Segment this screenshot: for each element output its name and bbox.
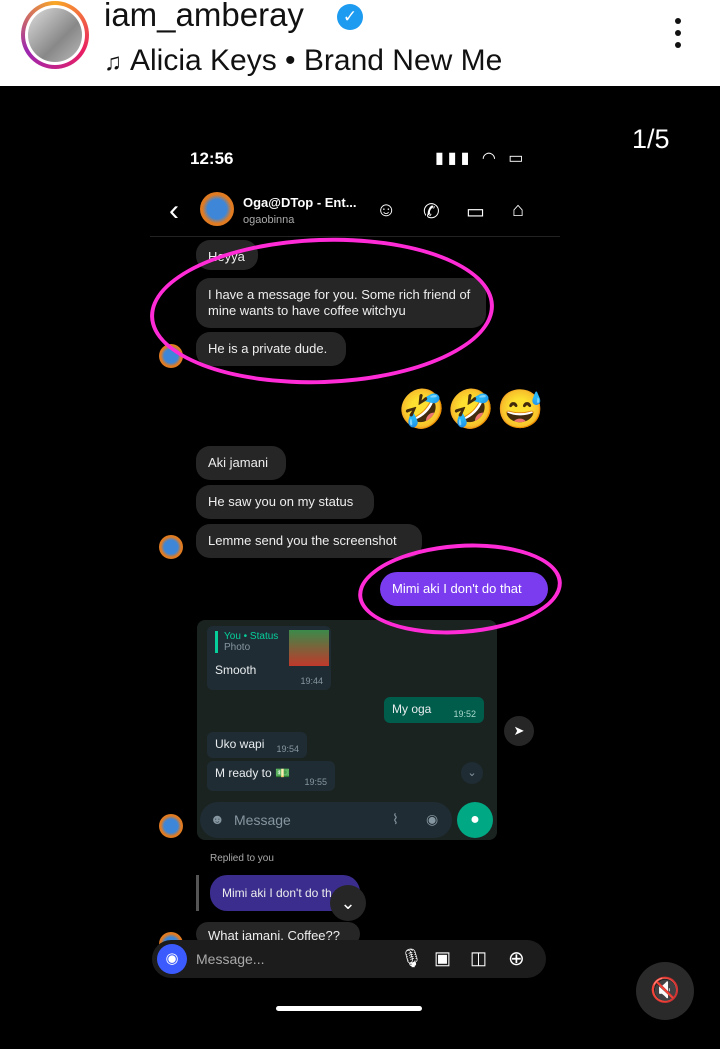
header-divider: [150, 236, 560, 237]
ready-text: M ready to 💵: [215, 766, 290, 780]
add-icon[interactable]: ⊕: [508, 946, 525, 971]
slide-counter: 1/5: [632, 124, 670, 154]
mute-icon[interactable]: 🔇: [636, 962, 694, 1020]
wa-placeholder: Message: [234, 812, 291, 828]
wa-message-input: ☻ Message ⌇ ◉: [200, 802, 452, 838]
message-placeholder: Message...: [196, 951, 265, 967]
tag-icon[interactable]: ⌂: [512, 199, 524, 222]
contact-avatar[interactable]: [200, 192, 234, 226]
message-time: 19:52: [453, 709, 476, 719]
gallery-icon[interactable]: ▣: [434, 948, 451, 969]
message-time: 19:44: [300, 676, 323, 686]
sender-avatar: [159, 814, 183, 838]
status-time: 12:56: [190, 149, 234, 168]
sticker-icon[interactable]: ☺: [376, 199, 396, 222]
microphone-icon[interactable]: 🎙: [400, 948, 423, 969]
wa-incoming-bubble: M ready to 💵 19:55: [207, 761, 335, 791]
camera-icon: ◉: [426, 811, 439, 827]
contact-handle: ogaobinna: [243, 214, 295, 226]
music-label[interactable]: ♫ Alicia Keys • Brand New Me: [104, 44, 502, 78]
music-text: Alicia Keys • Brand New Me: [130, 44, 503, 77]
message-bubble: Aki jamani: [196, 446, 286, 480]
back-icon[interactable]: ‹: [169, 196, 179, 226]
video-icon[interactable]: ▭: [466, 199, 485, 224]
my-oga-text: My oga: [392, 702, 432, 716]
more-options-icon[interactable]: [668, 18, 688, 58]
emoji-icon: ☻: [210, 811, 225, 827]
whatsapp-screenshot-image: You • Status Photo Smooth 19:44 My oga 19…: [197, 620, 497, 840]
wa-incoming-bubble: Uko wapi 19:54: [207, 732, 307, 758]
contact-name[interactable]: Oga@DTop - Ent...: [243, 195, 357, 210]
scroll-down-icon: ⌄: [461, 762, 483, 784]
status-icons: ▮▮▮ ◠ ▭: [435, 150, 528, 167]
verified-badge-icon: ✓: [337, 4, 363, 30]
wa-mic-icon: ●: [457, 802, 493, 838]
message-input[interactable]: ◉ Message... 🎙 ▣ ◫ ⊕: [152, 940, 546, 978]
music-note-icon: ♫: [104, 49, 122, 76]
attach-icon: ⌇: [392, 811, 399, 827]
message-time: 19:54: [276, 744, 299, 754]
message-time: 19:55: [304, 777, 327, 787]
status-thumbnail: [289, 630, 329, 666]
wa-outgoing-bubble: My oga 19:52: [384, 697, 484, 723]
home-indicator: [276, 1006, 422, 1011]
uko-wapi-text: Uko wapi: [215, 737, 265, 751]
replied-label: Replied to you: [210, 853, 274, 864]
username[interactable]: iam_amberay: [104, 0, 304, 34]
chat-screenshot: 12:56 ▮▮▮ ◠ ▭ ‹ Oga@DTop - Ent... ogaobi…: [147, 140, 565, 1030]
sticker-icon[interactable]: ◫: [470, 948, 487, 969]
profile-avatar[interactable]: [21, 1, 89, 69]
scroll-down-icon[interactable]: ⌄: [330, 885, 366, 921]
sender-avatar: [159, 535, 183, 559]
post-header: iam_amberay ✓ ♫ Alicia Keys • Brand New M…: [0, 0, 720, 86]
reply-line: [196, 875, 199, 911]
emoji-message: 🤣🤣😅: [398, 389, 546, 431]
camera-icon[interactable]: ◉: [157, 944, 187, 974]
phone-icon[interactable]: ✆: [423, 199, 440, 224]
status-reply-bubble: You • Status Photo Smooth 19:44: [207, 626, 331, 690]
message-bubble: Lemme send you the screenshot: [196, 524, 422, 558]
message-bubble: He saw you on my status: [196, 485, 374, 519]
share-icon[interactable]: ➤: [504, 716, 534, 746]
